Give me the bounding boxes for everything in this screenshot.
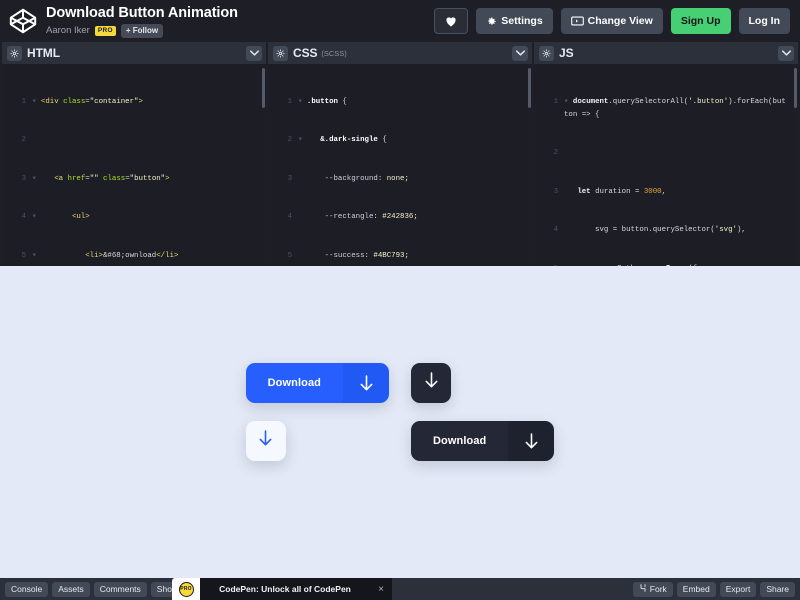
editor-pane-css: CSS (SCSS) ▾ .button { ▾ &.dark-single {… — [268, 42, 532, 266]
heart-icon — [445, 16, 457, 27]
settings-button[interactable]: Settings — [476, 8, 553, 34]
author-name[interactable]: Aaron Iker — [46, 25, 90, 36]
download-button-blue[interactable]: Download — [245, 363, 389, 403]
pane-header-js: JS — [534, 42, 798, 64]
console-button[interactable]: Console — [5, 581, 49, 597]
page-title: Download Button Animation — [46, 4, 238, 21]
pane-header-css: CSS (SCSS) — [268, 42, 532, 64]
code-scrollbar-css[interactable] — [528, 68, 531, 108]
preview-button-grid: Download Download — [245, 363, 555, 461]
login-button[interactable]: Log In — [738, 8, 790, 34]
pane-header-html: HTML — [2, 42, 266, 64]
chevron-down-icon[interactable] — [246, 45, 262, 61]
gear-icon[interactable] — [273, 45, 288, 61]
chevron-down-icon[interactable] — [512, 45, 528, 61]
layout-icon — [570, 16, 584, 26]
editor-panes: HTML ▾ <div class="container"> ▾ <a href… — [0, 42, 800, 266]
arrow-down-icon — [508, 421, 555, 461]
pane-title-html: HTML — [27, 46, 60, 60]
fork-icon — [639, 584, 647, 594]
embed-button[interactable]: Embed — [676, 581, 716, 597]
signup-button[interactable]: Sign Up — [670, 8, 731, 34]
promo-badge-card: PRO — [172, 578, 200, 600]
download-button-white-square[interactable] — [245, 421, 286, 461]
settings-label: Settings — [501, 15, 543, 27]
codepen-editor-app: Download Button Animation Aaron Iker PRO… — [0, 0, 800, 600]
footer-right-actions: Fork Embed Export Share — [629, 581, 795, 597]
download-button-blue-label: Download — [245, 363, 343, 403]
code-area-css[interactable]: ▾ .button { ▾ &.dark-single { --backgrou… — [268, 64, 532, 266]
change-view-button[interactable]: Change View — [560, 8, 663, 34]
pane-title-css: CSS — [293, 46, 318, 60]
preview-pane[interactable]: Download Download — [0, 266, 800, 578]
gear-icon[interactable] — [539, 45, 554, 61]
pro-badge-icon: PRO — [178, 581, 194, 597]
author-pro-badge: PRO — [94, 25, 116, 36]
pane-subtitle-css: (SCSS) — [321, 48, 347, 58]
code-scrollbar-js[interactable] — [794, 68, 797, 108]
arrow-down-icon — [343, 363, 389, 403]
fork-label: Fork — [649, 584, 667, 594]
code-area-js[interactable]: ▾ document.querySelectorAll('.button').f… — [534, 64, 798, 266]
pane-title-js: JS — [559, 46, 574, 60]
arrow-down-icon — [258, 430, 273, 452]
editor-pane-html: HTML ▾ <div class="container"> ▾ <a href… — [2, 42, 266, 266]
app-footer: Console Assets Comments Shortcuts Fork E… — [0, 578, 800, 600]
chevron-down-icon[interactable] — [778, 45, 794, 61]
code-text-js: ▾ document.querySelectorAll('.button').f… — [564, 97, 786, 266]
share-button[interactable]: Share — [760, 581, 795, 597]
author-row: Aaron Iker PRO + Follow — [46, 23, 434, 38]
download-button-dark[interactable]: Download — [411, 421, 555, 461]
code-area-html[interactable]: ▾ <div class="container"> ▾ <a href="" c… — [2, 64, 266, 266]
code-text-html: ▾ <div class="container"> ▾ <a href="" c… — [32, 97, 179, 260]
promo-message[interactable]: CodePen: Unlock all of CodePen — [200, 578, 370, 600]
gear-icon — [486, 16, 497, 27]
code-text-css: ▾ .button { ▾ &.dark-single { --backgrou… — [298, 97, 418, 260]
download-button-dark-label: Download — [411, 421, 509, 461]
assets-button[interactable]: Assets — [52, 581, 90, 597]
comments-button[interactable]: Comments — [93, 581, 147, 597]
export-button[interactable]: Export — [719, 581, 757, 597]
love-button[interactable] — [434, 8, 469, 34]
close-icon[interactable]: × — [370, 578, 392, 600]
arrow-down-icon — [424, 372, 439, 394]
editor-pane-js: JS ▾ document.querySelectorAll('.button'… — [534, 42, 798, 266]
fork-button[interactable]: Fork — [632, 581, 673, 597]
download-button-dark-square[interactable] — [411, 363, 451, 403]
codepen-logo-icon[interactable] — [8, 6, 38, 36]
gear-icon[interactable] — [7, 45, 22, 61]
code-scrollbar-html[interactable] — [262, 68, 265, 108]
pen-title-block: Download Button Animation Aaron Iker PRO… — [46, 5, 434, 38]
app-header: Download Button Animation Aaron Iker PRO… — [0, 0, 800, 42]
promo-toast: PRO CodePen: Unlock all of CodePen × — [172, 578, 392, 600]
change-view-label: Change View — [587, 15, 653, 27]
follow-button[interactable]: + Follow — [120, 23, 164, 38]
header-actions: Settings Change View Sign Up Log In — [434, 8, 790, 34]
